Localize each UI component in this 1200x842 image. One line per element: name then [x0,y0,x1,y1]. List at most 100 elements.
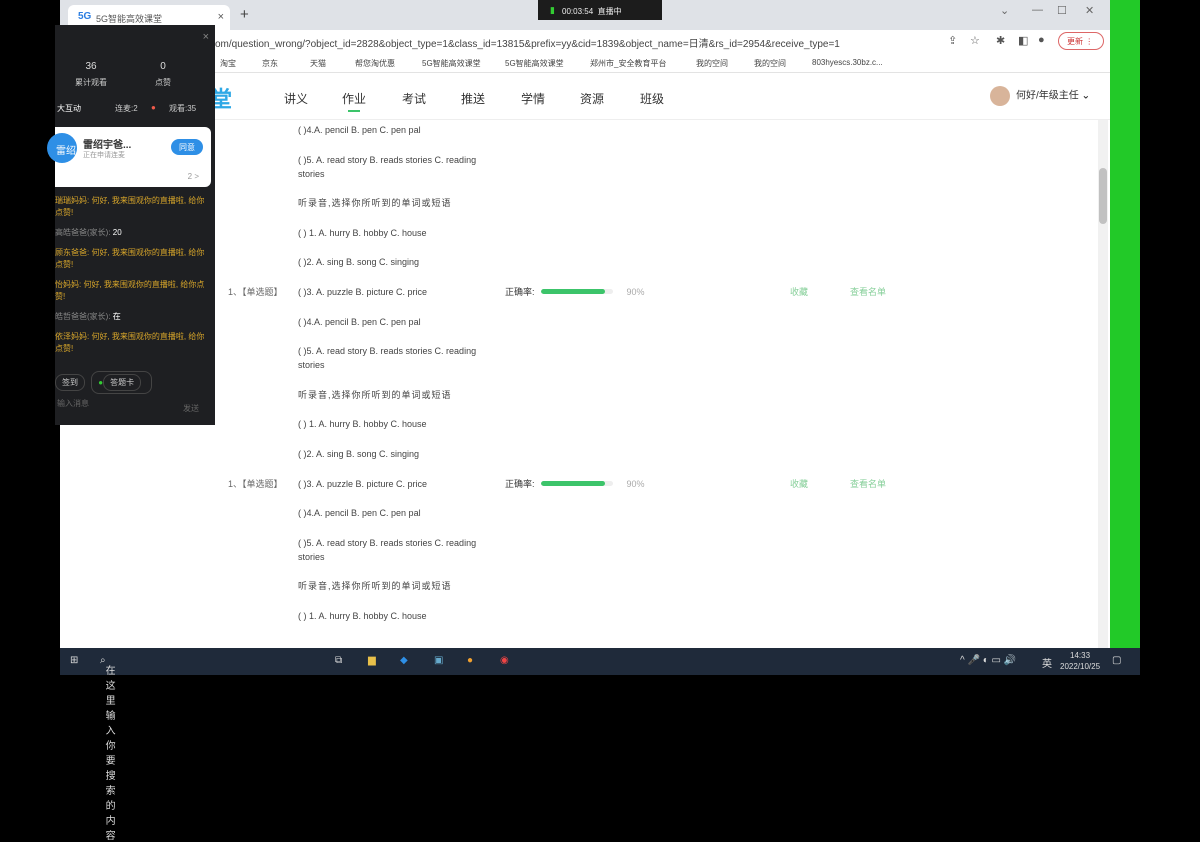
avatar: 雷绍 [47,133,77,163]
recording-indicator: ▮ 00:03:54 直播中 [538,0,662,20]
bookmark[interactable]: 帮您淘优惠 [355,58,395,69]
message-text: 皓哲爸爸(家长): [55,312,113,321]
maximize-button[interactable]: ☐ [1057,4,1067,17]
nav-item[interactable]: 班级 [640,90,664,107]
profile-icon[interactable]: ● [1038,34,1045,46]
bookmarks-bar: 淘宝 京东 天猫 帮您淘优惠 5G智能高效课堂 5G智能高效课堂 郑州市_安全教… [60,53,1110,73]
nav-item[interactable]: 推送 [461,90,485,107]
search-placeholder: 在这里输入你要搜索的内容 [105,666,116,842]
question-line: ( )4.A. pencil B. pen C. pen pal [298,316,421,327]
taskbar: ⊞ ⌕ 在这里输入你要搜索的内容 ⧉ ▆ ◆ ▣ ● ◉ ^ 🎤 ◐ ▭ 🔊 英… [60,648,1140,842]
scrollbar[interactable] [1098,120,1108,648]
view-list-button[interactable]: 查看名单 [850,285,886,298]
view-list-button[interactable]: 查看名单 [850,477,886,490]
nav-item[interactable]: 讲义 [284,90,308,107]
bookmark[interactable]: 天猫 [310,58,326,69]
bookmark[interactable]: 淘宝 [220,58,236,69]
taskbar-search[interactable]: ⌕ 在这里输入你要搜索的内容 [100,655,116,842]
top-nav: 堂 讲义 作业 考试 推送 学情 资源 班级 何好/年级主任 ⌄ [60,74,1110,120]
nav-item-active[interactable]: 作业 [342,90,366,112]
question-line: ( )4.A. pencil B. pen C. pen pal [298,508,421,519]
request-count[interactable]: 2 > [188,172,199,181]
chat-message: 顾东爸爸: 何好, 我来围观你的直播啦, 给你点赞! [55,248,205,269]
question-text: ( )4.A. pencil B. pen C. pen pal ( )5. A.… [298,123,498,196]
tab-title: 5G智能高效课堂 [96,14,163,24]
stat-value: 36 [85,61,97,72]
message-value: 20 [112,228,122,237]
accuracy-fill [540,481,606,487]
new-tab-button[interactable]: + [240,6,249,23]
tab-search-icon[interactable]: ⌄ [1000,4,1009,17]
send-button[interactable]: 发送 [183,403,199,414]
bookmark[interactable]: 我的空间 [696,58,728,69]
minimize-button[interactable]: — [1032,4,1043,16]
browser-window: 5G 5G智能高效课堂 × + ⌄ — ☐ ✕ com/question_wro… [60,0,1110,648]
bookmark[interactable]: 5G智能高效课堂 [422,58,481,69]
message-input[interactable]: 输入消息 [57,398,89,409]
tab-interaction[interactable]: 大互动 [57,103,81,114]
collect-button[interactable]: 收藏 [790,477,808,490]
nav-item[interactable]: 考试 [402,90,426,107]
close-tab-icon[interactable]: × [218,11,224,23]
avatar [990,86,1010,106]
accuracy-fill [540,289,606,295]
checkin-button[interactable]: 签到 [55,374,85,391]
question-line: ( )5. A. read story B. reads stories C. … [298,346,477,371]
bookmark[interactable]: 郑州市_安全教育平台 [590,58,666,69]
stat-likes: 0 点赞 [133,61,193,88]
request-status: 正在申请连麦 [83,152,125,159]
share-icon[interactable]: ⇪ [948,34,957,47]
chat-message: 怡妈妈: 何好, 我来围观你的直播啦, 给你点赞! [55,280,205,301]
chat-messages: 瑞瑞妈妈: 何好, 我来围观你的直播啦, 给你点赞! 高皓爸爸(家长): 20 … [55,195,210,363]
close-window-button[interactable]: ✕ [1085,4,1094,17]
extensions-icon[interactable]: ✱ [996,34,1005,47]
chrome-icon[interactable]: ◉ [500,655,509,666]
question-row: ( )4.A. pencil B. pen C. pen pal ( )5. A.… [60,123,1096,196]
question-line: ( )3. A. puzzle B. picture C. price [298,286,428,297]
app-icon[interactable]: ● [467,655,473,666]
nav-item[interactable]: 学情 [521,90,545,107]
answer-card-button[interactable]: ● 答题卡 [91,371,153,394]
collect-button[interactable]: 收藏 [790,285,808,298]
question-line: 听录音,选择你所听到的单词或短语 [298,581,452,592]
app-icon[interactable]: ▣ [434,655,443,666]
close-icon[interactable]: × [203,31,209,43]
windows-start-icon[interactable]: ⊞ [70,655,78,666]
clock[interactable]: 14:33 2022/10/25 [1060,650,1100,672]
accuracy-label: 正确率: [505,479,535,490]
star-icon[interactable]: ☆ [970,34,980,47]
stat-value: 0 [160,61,166,72]
nav-item[interactable]: 资源 [580,90,604,107]
address-bar: com/question_wrong/?object_id=2828&objec… [60,30,1110,53]
stat-label: 点赞 [155,78,171,87]
question-line: ( )3. A. puzzle B. picture C. price [298,478,428,489]
approve-button[interactable]: 同意 [171,139,203,155]
user-menu[interactable]: 何好/年级主任 ⌄ [990,86,1090,106]
bookmark[interactable]: 803hyescs.30bz.c... [812,58,883,67]
notification-icon[interactable]: ▢ [1112,655,1121,666]
chat-message: 高皓爸爸(家长): 20 [55,227,210,239]
mic-request-card: 雷绍 雷绍宇爸... 正在申请连麦 同意 2 > [47,127,211,187]
question-list: ( )4.A. pencil B. pen C. pen pal ( )5. A.… [60,120,1096,648]
question-line: ( ) 1. A. hurry B. hobby C. house [298,227,427,238]
url-input[interactable]: com/question_wrong/?object_id=2828&objec… [210,35,840,50]
tab-mic[interactable]: 连麦:2 [115,103,138,114]
bookmark[interactable]: 京东 [262,58,278,69]
task-view-icon[interactable]: ⧉ [335,655,342,666]
question-line: 听录音,选择你所听到的单词或短语 [298,198,452,209]
update-button[interactable]: 更新 ⋮ [1058,32,1104,50]
scrollbar-thumb[interactable] [1099,168,1107,224]
question-row: 1、【单选题】 听录音,选择你所听到的单词或短语( ) 1. A. hurry B… [60,196,1096,388]
ime-indicator[interactable]: 英 [1042,655,1052,670]
tab-viewers[interactable]: 观看:35 [169,103,196,114]
app-icon[interactable]: ◆ [400,655,408,666]
tray-icons[interactable]: ^ 🎤 ◐ ▭ 🔊 [960,655,1016,666]
accuracy-value: 90% [626,478,645,489]
question-line: ( )2. A. sing B. song C. singing [298,257,420,268]
file-explorer-icon[interactable]: ▆ [368,655,376,666]
bookmark[interactable]: 我的空间 [754,58,786,69]
time: 14:33 [1070,651,1091,660]
question-line: ( )5. A. read story B. reads stories C. … [298,154,477,179]
sidepanel-icon[interactable]: ◧ [1018,34,1028,47]
bookmark[interactable]: 5G智能高效课堂 [505,58,564,69]
